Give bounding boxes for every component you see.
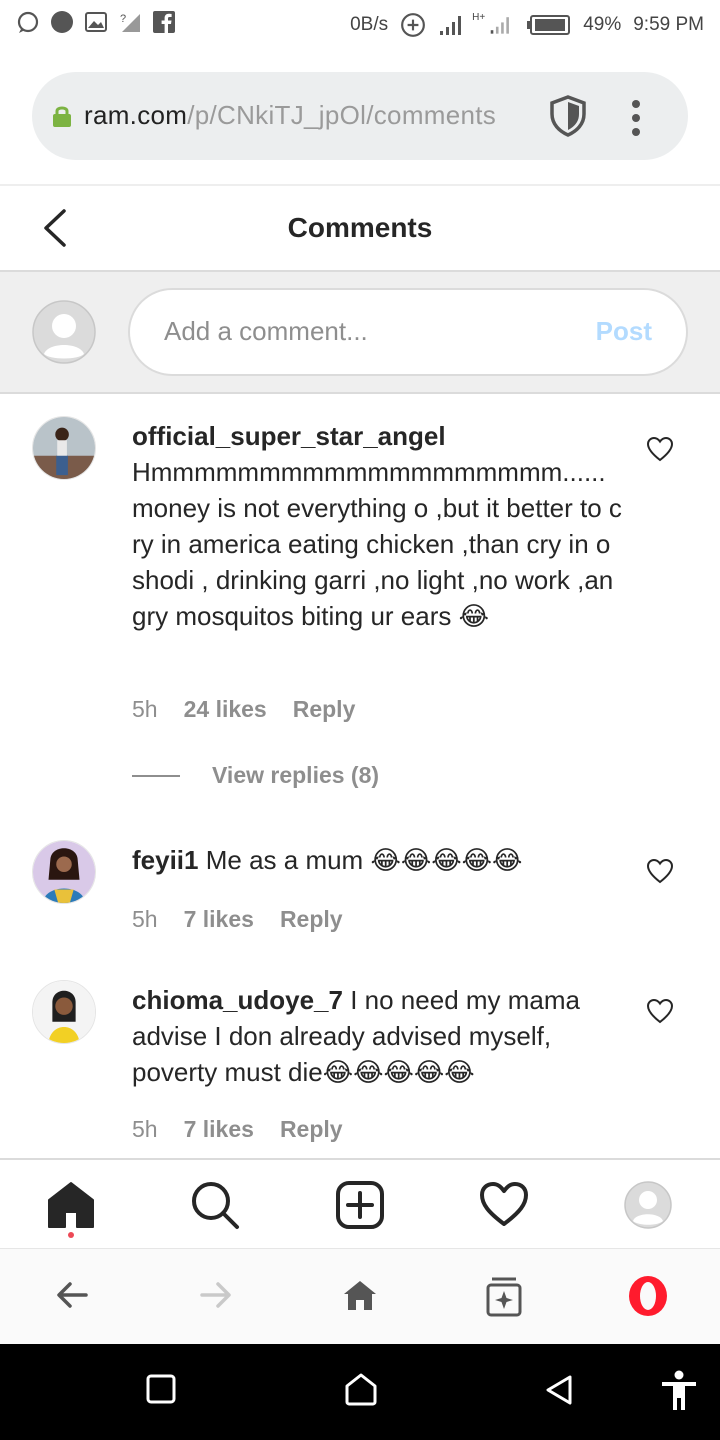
like-heart-icon[interactable] bbox=[646, 858, 674, 884]
comment-body: chioma_udoye_7 I no need my mama advise … bbox=[132, 982, 622, 1090]
comment-meta: 5h 7 likes Reply bbox=[132, 906, 343, 933]
browser-home-icon[interactable] bbox=[341, 1277, 379, 1313]
comment-time: 5h bbox=[132, 696, 158, 722]
comment-likes[interactable]: 7 likes bbox=[184, 1116, 254, 1143]
battery-percent: 49% bbox=[583, 14, 622, 35]
opera-menu-icon[interactable] bbox=[627, 1275, 669, 1317]
chat-bubble-icon bbox=[17, 11, 39, 33]
replies-divider bbox=[132, 774, 180, 777]
clock: 9:59 PM bbox=[633, 14, 704, 35]
url-domain: ram.com bbox=[84, 100, 188, 130]
circle-icon bbox=[51, 11, 73, 33]
comment-username[interactable]: chioma_udoye_7 bbox=[132, 985, 343, 1015]
search-icon[interactable] bbox=[190, 1180, 240, 1230]
comment-composer: Add a comment... Post bbox=[0, 272, 720, 394]
system-nav-bar bbox=[0, 1344, 720, 1440]
comment-likes[interactable]: 7 likes bbox=[184, 906, 254, 933]
comment-text: Me as a mum 😂😂😂😂😂 bbox=[205, 845, 523, 875]
tabs-icon[interactable] bbox=[486, 1275, 522, 1317]
app-tab-bar bbox=[0, 1158, 720, 1246]
back-arrow-icon[interactable] bbox=[54, 1277, 90, 1313]
status-bar: ? 0B/s H+ 49% 9:59 PM bbox=[0, 0, 720, 48]
view-replies-button[interactable]: View replies (8) bbox=[132, 762, 379, 789]
view-replies-label: View replies (8) bbox=[212, 762, 380, 788]
data-saver-icon bbox=[401, 13, 426, 37]
post-button[interactable]: Post bbox=[596, 316, 652, 347]
comment-username[interactable]: feyii1 bbox=[132, 845, 199, 875]
reply-button[interactable]: Reply bbox=[280, 906, 343, 933]
more-vert-icon[interactable] bbox=[628, 98, 644, 138]
like-heart-icon[interactable] bbox=[646, 436, 674, 462]
accessibility-icon[interactable] bbox=[660, 1370, 698, 1412]
back-triangle-icon[interactable] bbox=[544, 1374, 574, 1406]
browser-toolbar: ram.com/p/CNkiTJ_jpOl/comments bbox=[0, 48, 720, 186]
lock-icon bbox=[53, 106, 71, 127]
image-icon bbox=[85, 12, 107, 32]
svg-text:?: ? bbox=[120, 13, 126, 25]
like-heart-icon[interactable] bbox=[646, 998, 674, 1024]
url-text[interactable]: ram.com/p/CNkiTJ_jpOl/comments bbox=[84, 100, 564, 131]
network-type-badge: H+ bbox=[472, 11, 486, 23]
comment-body: official_super_star_angel Hmmmmmmmmmmmmm… bbox=[132, 418, 622, 634]
comment-meta: 5h 24 likes Reply bbox=[132, 696, 355, 723]
facebook-icon bbox=[153, 11, 175, 34]
comment-item: feyii1 Me as a mum 😂😂😂😂😂 5h 7 likes Repl… bbox=[0, 840, 720, 950]
signal-weak-icon bbox=[490, 17, 510, 34]
battery-icon bbox=[527, 15, 571, 35]
comment-time: 5h bbox=[132, 1116, 158, 1142]
reply-button[interactable]: Reply bbox=[280, 1116, 343, 1143]
comment-likes[interactable]: 24 likes bbox=[184, 696, 267, 723]
commenter-avatar[interactable] bbox=[32, 416, 96, 480]
activity-heart-icon[interactable] bbox=[479, 1180, 529, 1230]
comment-meta: 5h 7 likes Reply bbox=[132, 1116, 343, 1143]
no-signal-icon: ? bbox=[120, 13, 140, 32]
home-circle-icon[interactable] bbox=[344, 1372, 378, 1406]
recents-square-icon[interactable] bbox=[146, 1374, 176, 1404]
my-avatar bbox=[32, 300, 96, 364]
comment-item: official_super_star_angel Hmmmmmmmmmmmmm… bbox=[0, 416, 720, 806]
url-path: /p/CNkiTJ_jpOl/comments bbox=[187, 100, 497, 130]
signal-icon bbox=[440, 16, 462, 35]
shield-icon[interactable] bbox=[548, 94, 588, 138]
address-bar[interactable]: ram.com/p/CNkiTJ_jpOl/comments bbox=[32, 72, 688, 160]
browser-bottom-nav bbox=[0, 1248, 720, 1344]
comment-username[interactable]: official_super_star_angel bbox=[132, 418, 622, 454]
comment-placeholder: Add a comment... bbox=[164, 316, 368, 346]
home-icon[interactable] bbox=[46, 1180, 96, 1230]
profile-avatar-icon[interactable] bbox=[623, 1180, 673, 1230]
comment-text: Hmmmmmmmmmmmmmmmmmmm......money is not e… bbox=[132, 457, 622, 631]
notification-dot bbox=[68, 1232, 74, 1238]
comments-header: Comments bbox=[0, 186, 720, 272]
forward-arrow-icon[interactable] bbox=[198, 1277, 234, 1313]
comment-input[interactable]: Add a comment... Post bbox=[128, 288, 688, 376]
commenter-avatar[interactable] bbox=[32, 840, 96, 904]
network-speed: 0B/s bbox=[350, 14, 389, 35]
comment-item: chioma_udoye_7 I no need my mama advise … bbox=[0, 980, 720, 1150]
page-title: Comments bbox=[287, 212, 433, 243]
comment-body: feyii1 Me as a mum 😂😂😂😂😂 bbox=[132, 842, 622, 878]
reply-button[interactable]: Reply bbox=[293, 696, 356, 723]
comment-list: official_super_star_angel Hmmmmmmmmmmmmm… bbox=[0, 396, 720, 1158]
commenter-avatar[interactable] bbox=[32, 980, 96, 1044]
comment-time: 5h bbox=[132, 906, 158, 932]
new-post-icon[interactable] bbox=[335, 1180, 385, 1230]
